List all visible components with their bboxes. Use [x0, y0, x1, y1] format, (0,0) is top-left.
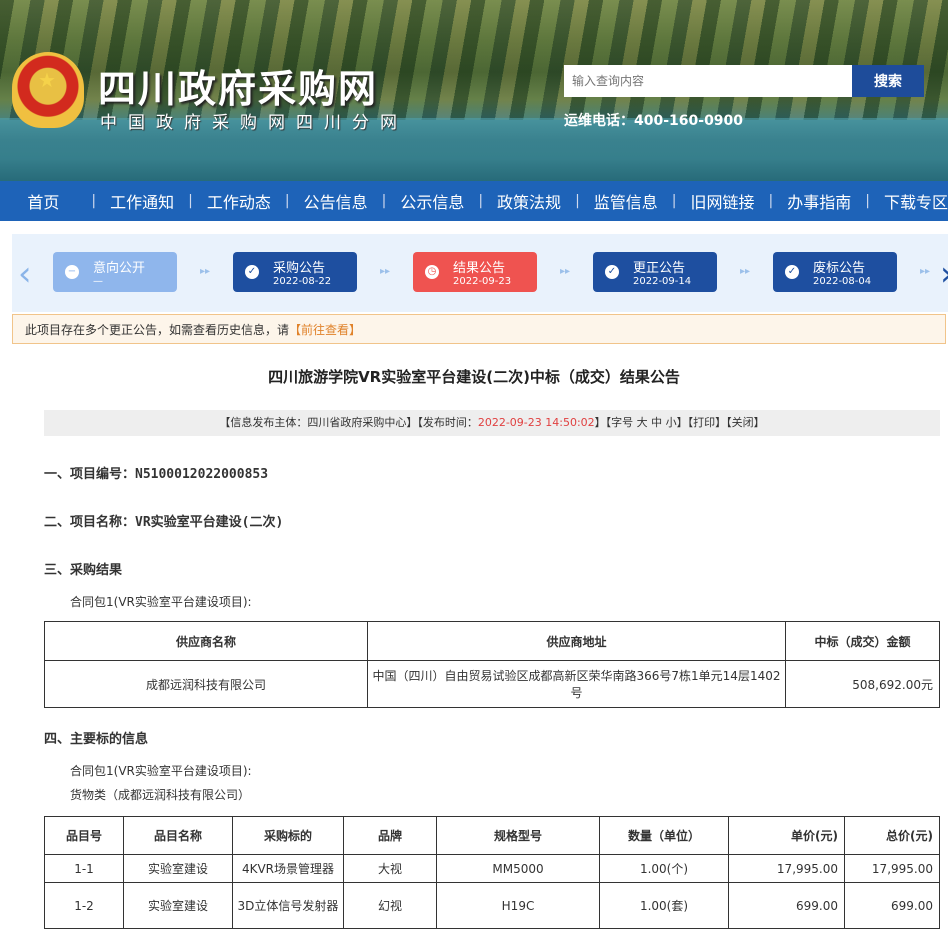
site-subtitle: 中国政府采购网四川分网: [100, 113, 408, 133]
publish-meta-bar: 【信息发布主体：四川省政府采购中心】【发布时间：2022-09-23 14:50…: [44, 410, 940, 436]
publish-time: 2022-09-23 14:50:02: [477, 416, 595, 429]
search-button[interactable]: 搜索: [852, 65, 924, 97]
timeline-next-icon[interactable]: ›: [940, 254, 948, 294]
minus-icon: −: [65, 265, 79, 279]
hotline-text: 运维电话：400-160-0900: [564, 113, 744, 129]
table-row: 成都远润科技有限公司 中国（四川）自由贸易试验区成都高新区荣华南路366号7栋1…: [44, 660, 940, 708]
chevron-right-icon: ▸▸: [740, 266, 751, 277]
chevron-right-icon: ▸▸: [920, 266, 931, 277]
nav-item-work-news[interactable]: 工作动态: [207, 189, 271, 213]
items-table: 品目号 品目名称 采购标的 品牌 规格型号 数量（单位） 单价(元) 总价(元)…: [44, 816, 940, 929]
timeline-prev-icon[interactable]: ‹: [18, 254, 32, 294]
history-notice: 此项目存在多个更正公告，如需查看历史信息，请【前往查看】: [12, 314, 946, 344]
table-row: 1-2 实验室建设 3D立体信号发射器 幻视 H19C 1.00(套) 699.…: [44, 882, 940, 929]
chevron-right-icon: ▸▸: [200, 266, 211, 277]
result-table: 供应商名称 供应商地址 中标（成交）金额 成都远润科技有限公司 中国（四川）自由…: [44, 621, 940, 708]
nav-item-downloads[interactable]: 下载专区: [884, 189, 948, 213]
nav-item-home[interactable]: 首页: [27, 189, 59, 213]
nav-item-announcements[interactable]: 公告信息: [304, 189, 368, 213]
nav-item-old-site[interactable]: 旧网链接: [691, 189, 755, 213]
timeline-step-result[interactable]: ◷ 结果公告 2022-09-23: [413, 252, 537, 292]
chevron-right-icon: ▸▸: [560, 266, 571, 277]
nav-item-publicity[interactable]: 公示信息: [400, 189, 464, 213]
header-banner: ★ 四川政府采购网 中国政府采购网四川分网 搜索 运维电话：400-160-09…: [0, 0, 948, 181]
view-history-link[interactable]: 【前往查看】: [289, 323, 361, 337]
timeline-step-correction[interactable]: ✓ 更正公告 2022-09-14: [593, 252, 717, 292]
nav-item-guide[interactable]: 办事指南: [787, 189, 851, 213]
table-row: 1-1 实验室建设 4KVR场景管理器 大视 MM5000 1.00(个) 17…: [44, 854, 940, 883]
nav-item-supervision[interactable]: 监管信息: [594, 189, 658, 213]
project-number: 一、项目编号：N5100012022000853: [44, 467, 269, 482]
search-input[interactable]: [564, 65, 852, 97]
items-package-label: 合同包1(VR实验室平台建设项目):: [70, 764, 252, 778]
result-package-label: 合同包1(VR实验室平台建设项目):: [70, 595, 252, 609]
main-nav: 首页 | 工作通知 | 工作动态 | 公告信息 | 公示信息 | 政策法规 | 监管信息 | …: [0, 181, 948, 221]
timeline-step-abandoned[interactable]: ✓ 废标公告 2022-08-04: [773, 252, 897, 292]
project-name: 二、项目名称：VR实验室平台建设(二次): [44, 515, 284, 530]
nav-item-work-notice[interactable]: 工作通知: [110, 189, 174, 213]
chevron-right-icon: ▸▸: [380, 266, 391, 277]
page-title: 四川旅游学院VR实验室平台建设(二次)中标（成交）结果公告: [268, 368, 680, 386]
check-icon: ✓: [245, 265, 259, 279]
announcement-timeline: ‹ − 意向公开 — ▸▸ ✓ 采购公告 2022-08-22 ▸▸ ◷ 结果公…: [12, 234, 948, 312]
check-icon: ✓: [605, 265, 619, 279]
items-category-label: 货物类（成都远润科技有限公司）: [70, 788, 251, 802]
timeline-step-intent[interactable]: − 意向公开 —: [53, 252, 177, 292]
timeline-step-procurement[interactable]: ✓ 采购公告 2022-08-22: [233, 252, 357, 292]
section-items-heading: 四、主要标的信息: [44, 732, 149, 747]
check-icon: ✓: [785, 265, 799, 279]
national-emblem-icon: ★: [12, 52, 84, 128]
site-title: 四川政府采购网: [98, 66, 379, 111]
section-result-heading: 三、采购结果: [44, 563, 123, 578]
clock-icon: ◷: [425, 265, 439, 279]
nav-item-policy[interactable]: 政策法规: [497, 189, 561, 213]
